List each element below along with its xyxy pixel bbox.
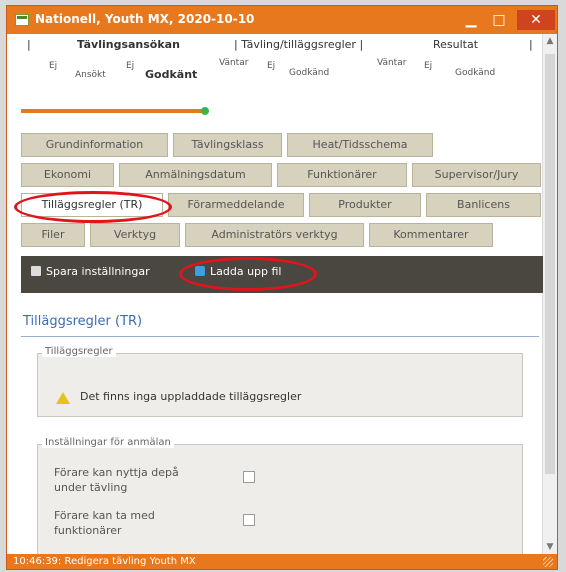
progress-step-current: Godkänt (145, 68, 198, 81)
setting-depot-label: Förare kan nyttja depå under tävling (54, 466, 179, 494)
tab-heat-tidsschema[interactable]: Heat/Tidsschema (287, 133, 433, 157)
warning-icon (56, 392, 70, 404)
save-settings-button[interactable]: Spara inställningar (31, 265, 150, 278)
save-icon (31, 266, 41, 276)
progress-step: Väntar (377, 58, 407, 68)
tab-kommentarer[interactable]: Kommentarer (369, 223, 493, 247)
tab-anmalningsdatum[interactable]: Anmälningsdatum (119, 163, 272, 187)
progress-step: Ej (126, 61, 135, 71)
application-progress: Ej Ansökt Ej Godkänt Väntar Ej Godkänd V… (21, 56, 541, 118)
rules-group: Tilläggsregler Det finns inga uppladdade… (37, 346, 523, 417)
progress-step: Ansökt (75, 70, 106, 80)
tab-tavling-tillaggsregler[interactable]: | Tävling/tilläggsregler | (234, 38, 363, 51)
tab-filer[interactable]: Filer (21, 223, 85, 247)
top-tab-bar: | Tävlingsansökan | Tävling/tilläggsregl… (21, 34, 541, 56)
scroll-up-icon[interactable]: ▲ (543, 34, 557, 48)
progress-current-marker (201, 107, 209, 115)
tab-supervisor-jury[interactable]: Supervisor/Jury (412, 163, 541, 187)
setting-depot-checkbox[interactable] (243, 471, 255, 483)
resize-grip-icon[interactable] (543, 557, 553, 567)
rules-group-legend: Tilläggsregler (42, 346, 116, 357)
title-bar[interactable]: Nationell, Youth MX, 2020-10-10 ▁ □ ✕ (7, 6, 557, 34)
status-text: 10:46:39: Redigera tävling Youth MX (13, 556, 196, 567)
tab-tavlingsansokan[interactable]: Tävlingsansökan (77, 38, 180, 51)
tab-grundinformation[interactable]: Grundinformation (21, 133, 168, 157)
tab-banlicens[interactable]: Banlicens (426, 193, 541, 217)
progress-step: Ej (424, 61, 433, 71)
setting-officials-label: Förare kan ta med funktionärer (54, 509, 155, 537)
progress-step: Väntar (219, 58, 249, 68)
no-rules-message: Det finns inga uppladdade tilläggsregler (80, 390, 302, 403)
tab-funktionarer[interactable]: Funktionärer (277, 163, 407, 187)
progress-step: Godkänd (455, 68, 496, 78)
upload-icon (195, 266, 205, 276)
registration-settings-legend: Inställningar för anmälan (42, 437, 174, 448)
tab-verktyg[interactable]: Verktyg (90, 223, 180, 247)
registration-settings-group: Inställningar för anmälan Förare kan nyt… (37, 437, 523, 564)
upload-file-button[interactable]: Ladda upp fil (195, 265, 282, 278)
scrollbar-thumb[interactable] (545, 54, 555, 474)
minimize-button[interactable]: ▁ (457, 10, 485, 30)
tab-separator: | (27, 38, 31, 51)
progress-step: Ej (267, 61, 276, 71)
action-toolbar: Spara inställningar Ladda upp fil (21, 256, 543, 293)
status-bar: 10:46:39: Redigera tävling Youth MX (7, 554, 557, 569)
tab-resultat[interactable]: Resultat (433, 38, 478, 51)
close-button[interactable]: ✕ (517, 10, 555, 30)
save-settings-label: Spara inställningar (46, 265, 150, 278)
tab-produkter[interactable]: Produkter (309, 193, 421, 217)
upload-file-label: Ladda upp fil (210, 265, 282, 278)
tab-tavlingsklass[interactable]: Tävlingsklass (173, 133, 282, 157)
window-title: Nationell, Youth MX, 2020-10-10 (35, 12, 255, 26)
tab-forarmeddelande[interactable]: Förarmeddelande (168, 193, 304, 217)
progress-bar-fill (21, 109, 207, 113)
section-title: Tilläggsregler (TR) (23, 314, 143, 329)
maximize-button[interactable]: □ (485, 10, 513, 30)
section-divider (21, 336, 539, 337)
vertical-scrollbar[interactable]: ▲ ▼ (542, 34, 557, 554)
scroll-down-icon[interactable]: ▼ (543, 540, 557, 554)
progress-step: Ej (49, 61, 58, 71)
setting-officials-checkbox[interactable] (243, 514, 255, 526)
tab-separator: | (529, 38, 533, 51)
app-logo-icon (15, 14, 29, 26)
progress-step: Godkänd (289, 68, 330, 78)
tab-ekonomi[interactable]: Ekonomi (21, 163, 114, 187)
app-window: Nationell, Youth MX, 2020-10-10 ▁ □ ✕ ▲ … (6, 5, 558, 570)
tab-administrators-verktyg[interactable]: Administratörs verktyg (185, 223, 364, 247)
tab-content: Tilläggsregler (TR) Tilläggsregler Det f… (21, 306, 541, 564)
tab-tillaggsregler[interactable]: Tilläggsregler (TR) (21, 193, 163, 217)
